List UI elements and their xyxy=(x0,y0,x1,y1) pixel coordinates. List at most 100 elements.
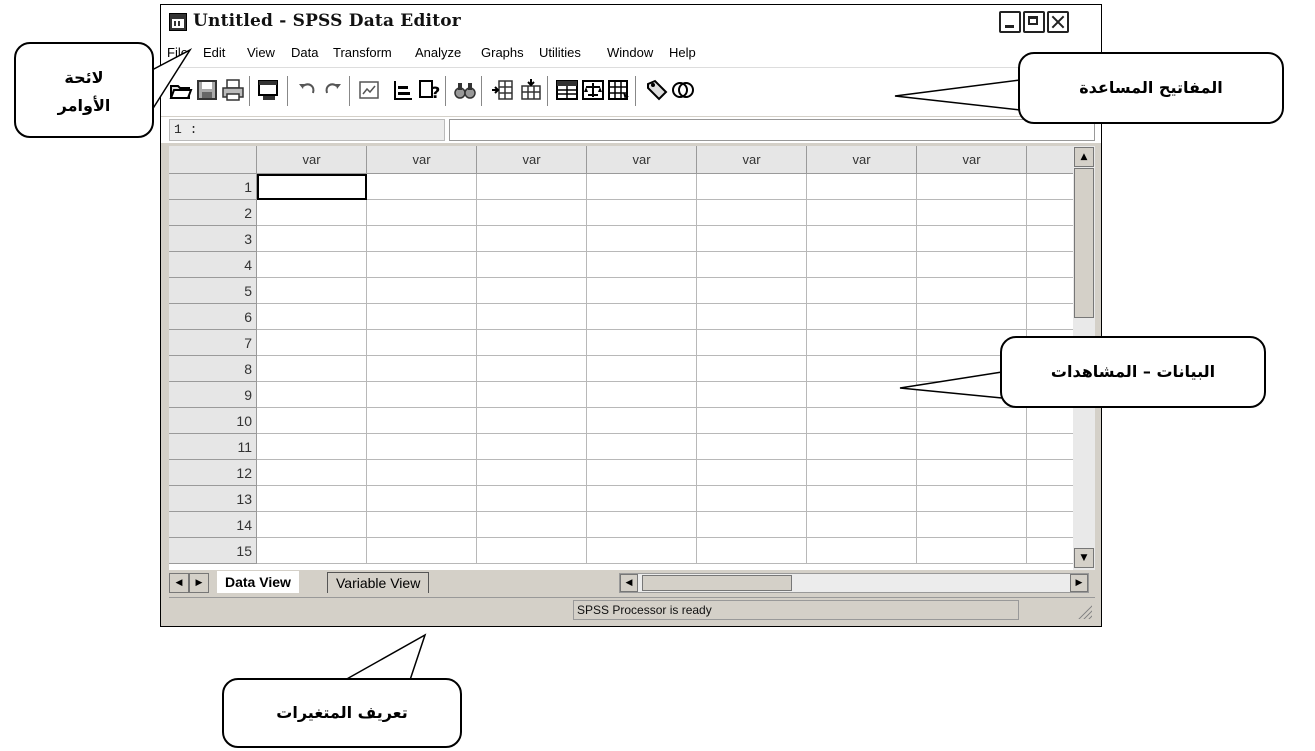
data-cell[interactable] xyxy=(697,356,807,382)
menu-help[interactable]: Help xyxy=(669,45,696,60)
data-cell[interactable] xyxy=(807,382,917,408)
row-header[interactable]: 9 xyxy=(169,382,257,408)
data-cell[interactable] xyxy=(1027,538,1073,564)
data-cell[interactable] xyxy=(807,304,917,330)
data-cell[interactable] xyxy=(477,226,587,252)
data-cell[interactable] xyxy=(587,486,697,512)
data-cell[interactable] xyxy=(1027,304,1073,330)
data-cell[interactable] xyxy=(917,486,1027,512)
data-cell[interactable] xyxy=(477,278,587,304)
data-cell[interactable] xyxy=(697,252,807,278)
data-cell[interactable] xyxy=(367,434,477,460)
tab-prev-icon[interactable]: ◀ xyxy=(169,573,189,593)
data-cell[interactable] xyxy=(807,200,917,226)
menu-analyze[interactable]: Analyze xyxy=(415,45,461,60)
data-cell[interactable] xyxy=(697,330,807,356)
data-cell[interactable] xyxy=(1027,278,1073,304)
undo-icon[interactable] xyxy=(295,78,319,102)
scroll-left-icon[interactable]: ◀ xyxy=(620,574,638,592)
data-cell[interactable] xyxy=(587,382,697,408)
row-header[interactable]: 3 xyxy=(169,226,257,252)
data-cell[interactable] xyxy=(1027,174,1073,200)
row-header[interactable]: 10 xyxy=(169,408,257,434)
data-cell[interactable] xyxy=(917,278,1027,304)
data-cell[interactable] xyxy=(697,408,807,434)
data-cell[interactable] xyxy=(477,512,587,538)
row-header[interactable]: 1 xyxy=(169,174,257,200)
data-cell[interactable] xyxy=(477,408,587,434)
data-cell[interactable] xyxy=(697,512,807,538)
data-cell[interactable] xyxy=(477,486,587,512)
data-cell[interactable] xyxy=(697,174,807,200)
data-cell[interactable] xyxy=(807,538,917,564)
data-cell[interactable] xyxy=(257,512,367,538)
data-cell[interactable] xyxy=(587,460,697,486)
horizontal-scrollbar[interactable]: ◀ ▶ xyxy=(619,573,1089,593)
data-cell[interactable] xyxy=(257,408,367,434)
find-icon[interactable] xyxy=(453,78,477,102)
data-cell[interactable] xyxy=(917,174,1027,200)
data-cell[interactable] xyxy=(257,252,367,278)
horizontal-scroll-thumb[interactable] xyxy=(642,575,792,591)
data-cell[interactable] xyxy=(257,200,367,226)
column-header[interactable]: var xyxy=(587,146,697,174)
data-cell[interactable] xyxy=(697,382,807,408)
data-cell[interactable] xyxy=(1027,200,1073,226)
menu-edit[interactable]: Edit xyxy=(203,45,225,60)
data-cell[interactable] xyxy=(367,382,477,408)
data-cell[interactable] xyxy=(367,538,477,564)
split-file-icon[interactable] xyxy=(555,78,579,102)
data-cell[interactable] xyxy=(917,200,1027,226)
weight-cases-icon[interactable] xyxy=(581,78,605,102)
vertical-scroll-thumb[interactable] xyxy=(1074,168,1094,318)
data-cell[interactable] xyxy=(587,252,697,278)
data-cell[interactable] xyxy=(697,278,807,304)
tab-variable-view[interactable]: Variable View xyxy=(327,572,430,593)
data-cell[interactable] xyxy=(477,434,587,460)
data-cell[interactable] xyxy=(807,252,917,278)
data-cell[interactable] xyxy=(587,278,697,304)
insert-cases-icon[interactable] xyxy=(491,78,515,102)
data-cell[interactable] xyxy=(697,304,807,330)
data-cell[interactable] xyxy=(1027,408,1073,434)
menu-view[interactable]: View xyxy=(247,45,275,60)
data-cell[interactable] xyxy=(257,330,367,356)
data-cell[interactable] xyxy=(807,486,917,512)
data-cell[interactable] xyxy=(697,460,807,486)
row-header[interactable]: 2 xyxy=(169,200,257,226)
data-cell[interactable] xyxy=(807,408,917,434)
data-cell[interactable] xyxy=(477,200,587,226)
data-cell[interactable] xyxy=(917,226,1027,252)
dialog-recall-icon[interactable] xyxy=(257,78,281,102)
tab-data-view[interactable]: Data View xyxy=(217,571,299,593)
scroll-up-icon[interactable]: ▲ xyxy=(1074,147,1094,167)
data-cell[interactable] xyxy=(807,434,917,460)
tab-next-icon[interactable]: ▶ xyxy=(189,573,209,593)
data-cell[interactable] xyxy=(367,408,477,434)
menu-data[interactable]: Data xyxy=(291,45,318,60)
data-cell[interactable] xyxy=(917,408,1027,434)
data-cell[interactable] xyxy=(477,538,587,564)
data-cell[interactable] xyxy=(257,382,367,408)
row-header[interactable]: 14 xyxy=(169,512,257,538)
data-cell[interactable] xyxy=(697,226,807,252)
data-cell[interactable] xyxy=(1027,512,1073,538)
menu-utilities[interactable]: Utilities xyxy=(539,45,581,60)
data-cell[interactable] xyxy=(367,486,477,512)
data-cell[interactable] xyxy=(477,252,587,278)
row-header[interactable]: 15 xyxy=(169,538,257,564)
data-cell[interactable] xyxy=(917,460,1027,486)
maximize-button[interactable] xyxy=(1023,11,1045,33)
data-cell[interactable] xyxy=(587,174,697,200)
data-cell[interactable] xyxy=(367,304,477,330)
data-cell[interactable] xyxy=(697,434,807,460)
data-cell[interactable] xyxy=(1027,460,1073,486)
goto-chart-icon[interactable] xyxy=(357,78,381,102)
data-cell[interactable] xyxy=(917,512,1027,538)
data-cell[interactable] xyxy=(367,226,477,252)
data-cell[interactable] xyxy=(697,538,807,564)
data-cell[interactable] xyxy=(917,252,1027,278)
data-cell[interactable] xyxy=(587,304,697,330)
print-icon[interactable] xyxy=(221,78,245,102)
data-cell[interactable] xyxy=(587,434,697,460)
